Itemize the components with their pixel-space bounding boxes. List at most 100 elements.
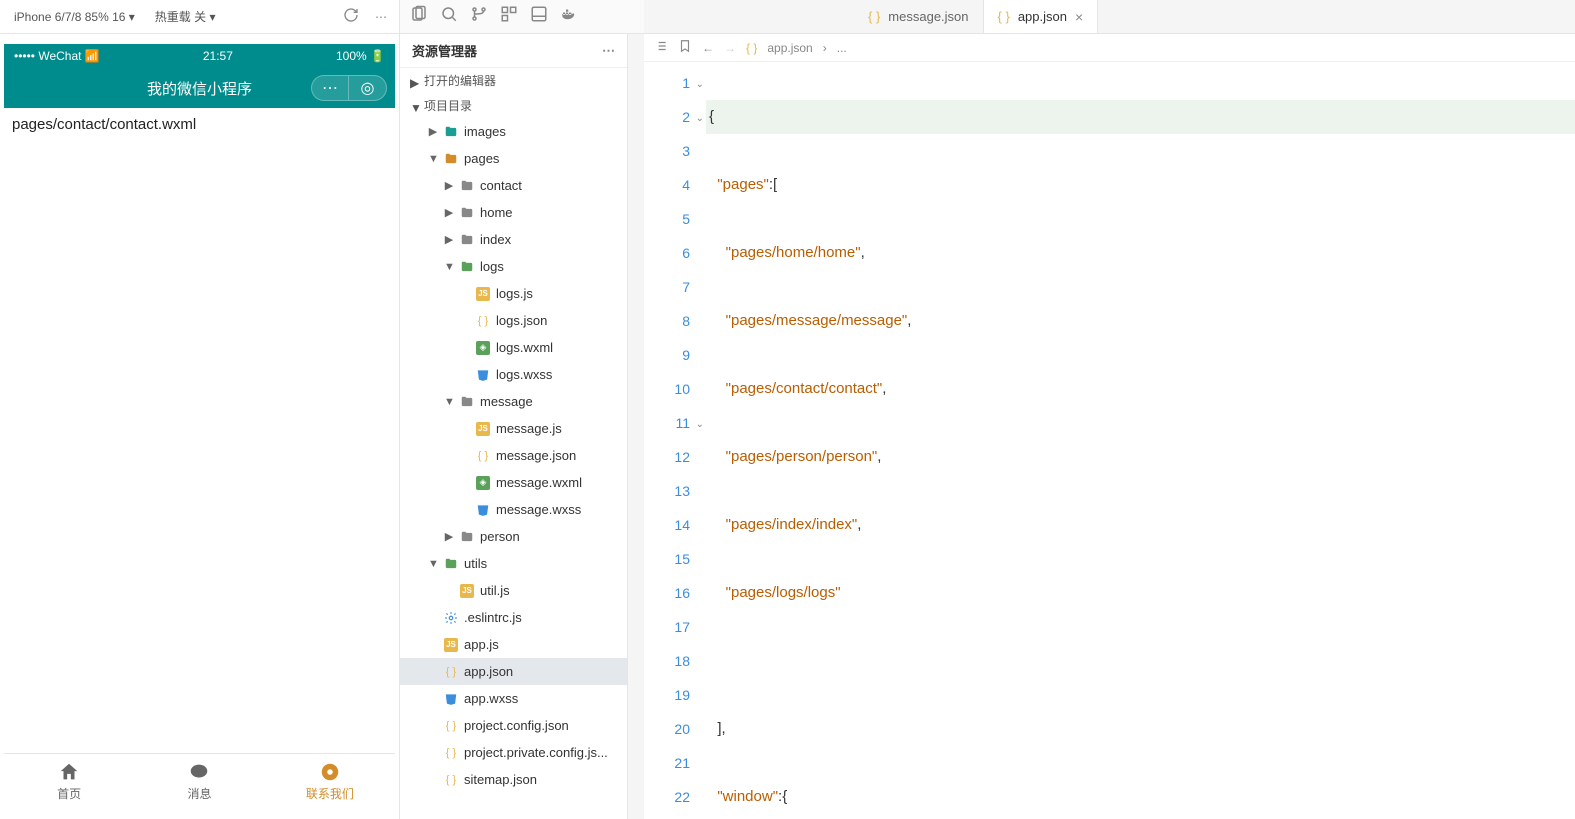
tree-item-message-wxml[interactable]: ◈message.wxml — [400, 469, 627, 496]
folder-grey-icon — [459, 394, 475, 410]
tree-item-person[interactable]: ▶person — [400, 523, 627, 550]
device-selector[interactable]: iPhone 6/7/8 85% 16 ▾ — [6, 8, 143, 26]
activity-icon-bar — [400, 0, 644, 34]
panel-icon[interactable] — [530, 5, 548, 28]
folder-grey-icon — [459, 529, 475, 545]
more-icon[interactable]: ⋯ — [369, 4, 393, 30]
tree-label: contact — [480, 178, 522, 193]
nav-forward-icon[interactable]: → — [724, 41, 736, 55]
tab-home-label: 首页 — [57, 785, 81, 802]
tab-contact[interactable]: 联系我们 — [265, 754, 395, 809]
files-icon[interactable] — [410, 5, 428, 28]
close-icon[interactable]: × — [1075, 9, 1083, 25]
file-wxml-icon: ◈ — [475, 475, 491, 491]
capsule-menu-button[interactable]: ⋯ — [311, 75, 349, 101]
tree-item-message[interactable]: ▼message — [400, 388, 627, 415]
explorer-more-icon[interactable]: ⋯ — [602, 43, 615, 59]
code-editor[interactable]: ⌄1⌄2345678910⌄111213141516171819202122 {… — [644, 62, 1575, 819]
tree-item-logs-js[interactable]: JSlogs.js — [400, 280, 627, 307]
tree-item-images[interactable]: ▶images — [400, 118, 627, 145]
tree-item-contact[interactable]: ▶ contact — [400, 172, 627, 199]
tab-message-json[interactable]: { } message.json — [854, 0, 984, 33]
tree-item-logs[interactable]: ▼ logs — [400, 253, 627, 280]
nav-title: 我的微信小程序 — [147, 78, 252, 99]
tree-item-message-js[interactable]: JSmessage.js — [400, 415, 627, 442]
clock-label: 21:57 — [203, 49, 233, 63]
tree-item-logs-wxml[interactable]: ◈logs.wxml — [400, 334, 627, 361]
tree-label: util.js — [480, 583, 510, 598]
chevron-icon: ▶ — [444, 530, 454, 543]
file-js-icon: JS — [443, 637, 459, 653]
home-icon — [58, 761, 80, 783]
breadcrumb-file[interactable]: app.json — [767, 41, 812, 55]
tree-label: pages — [464, 151, 499, 166]
bookmark-icon[interactable] — [678, 39, 692, 56]
breadcrumb-rest[interactable]: ... — [837, 41, 847, 55]
line-number: 3 — [644, 134, 690, 168]
chevron-icon: ▶ — [444, 233, 454, 246]
refresh-icon[interactable] — [337, 1, 365, 32]
code-content[interactable]: { "pages":[ "pages/home/home", "pages/me… — [700, 62, 1575, 819]
extensions-icon[interactable] — [500, 5, 518, 28]
tree-item-message-json[interactable]: { }message.json — [400, 442, 627, 469]
line-number: 20 — [644, 712, 690, 746]
project-section[interactable]: ▼ 项目目录 — [400, 93, 627, 118]
fold-icon[interactable]: ⌄ — [696, 102, 704, 136]
tree-item-sitemap-json[interactable]: { }sitemap.json — [400, 766, 627, 793]
docker-icon[interactable] — [560, 5, 578, 28]
tree-item-message-wxss[interactable]: message.wxss — [400, 496, 627, 523]
tree-label: project.private.config.js... — [464, 745, 608, 760]
chevron-icon: ▶ — [444, 206, 454, 219]
tree-label: utils — [464, 556, 487, 571]
tab-message[interactable]: 消息 — [134, 754, 264, 809]
tree-label: logs — [480, 259, 504, 274]
capsule-close-button[interactable]: ◎ — [349, 75, 387, 101]
file-wxss-icon — [443, 691, 459, 707]
opened-editors-section[interactable]: ▶ 打开的编辑器 — [400, 68, 627, 93]
tree-item-util-js[interactable]: JSutil.js — [400, 577, 627, 604]
tree-item-project-config-json[interactable]: { } project.config.json — [400, 712, 627, 739]
tab-app-json[interactable]: { } app.json × — [984, 0, 1099, 33]
tree-item-utils[interactable]: ▼utils — [400, 550, 627, 577]
tree-label: project.config.json — [464, 718, 569, 733]
carrier-label: ••••• WeChat — [14, 49, 81, 63]
git-branch-icon[interactable] — [470, 5, 488, 28]
line-number: 12 — [644, 440, 690, 474]
tab-home[interactable]: 首页 — [4, 754, 134, 809]
file-json-icon: { } — [475, 448, 491, 464]
folder-grey-icon — [459, 178, 475, 194]
tree-item-project-private-config-js-[interactable]: { }project.private.config.js... — [400, 739, 627, 766]
file-tree: ▶images▼pages▶contact▶home▶index▼logsJSl… — [400, 118, 627, 793]
line-number: 5 — [644, 202, 690, 236]
tree-item-app-wxss[interactable]: app.wxss — [400, 685, 627, 712]
chevron-icon: ▼ — [444, 261, 454, 273]
breadcrumb-bar: ← → { } app.json › ... — [644, 34, 1575, 62]
tree-item-home[interactable]: ▶home — [400, 199, 627, 226]
tree-item-app-json[interactable]: { }app.json — [400, 658, 627, 685]
explorer-title-bar: 资源管理器 ⋯ — [400, 34, 627, 68]
line-number: 13 — [644, 474, 690, 508]
list-icon[interactable] — [654, 39, 668, 56]
fold-icon[interactable]: ⌄ — [696, 68, 704, 102]
tree-item-index[interactable]: ▶index — [400, 226, 627, 253]
tree-item--eslintrc-js[interactable]: .eslintrc.js — [400, 604, 627, 631]
tree-item-logs-json[interactable]: { }logs.json — [400, 307, 627, 334]
json-icon: { } — [746, 41, 757, 55]
nav-back-icon[interactable]: ← — [702, 41, 714, 55]
hot-reload-toggle[interactable]: 热重载 关 ▾ — [147, 6, 224, 27]
chevron-icon: ▶ — [444, 179, 454, 192]
battery-label: 100% — [336, 49, 367, 63]
line-number: 2 — [644, 100, 690, 134]
sim-status-bar: ••••• WeChat 📶 21:57 100% 🔋 — [4, 44, 395, 68]
search-icon[interactable] — [440, 5, 458, 28]
simulator-toolbar: iPhone 6/7/8 85% 16 ▾ 热重载 关 ▾ ⋯ — [0, 0, 399, 34]
folder-img-icon — [443, 124, 459, 140]
fold-icon[interactable]: ⌄ — [696, 408, 704, 442]
sim-tabbar: 首页 消息 联系我们 — [4, 753, 395, 809]
tree-label: images — [464, 124, 506, 139]
file-json-icon: { } — [443, 718, 459, 734]
tree-item-pages[interactable]: ▼pages — [400, 145, 627, 172]
tree-item-app-js[interactable]: JSapp.js — [400, 631, 627, 658]
tree-item-logs-wxss[interactable]: logs.wxss — [400, 361, 627, 388]
chevron-right-icon: ▶ — [410, 76, 420, 86]
